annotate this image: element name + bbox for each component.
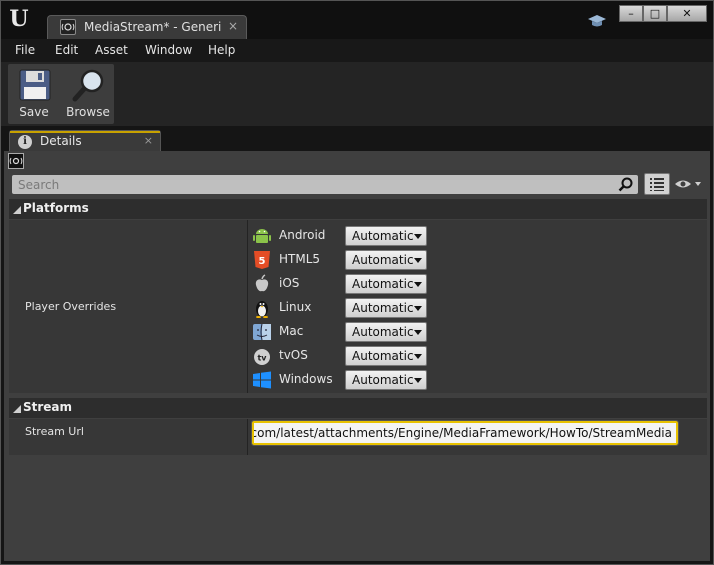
search-input[interactable] xyxy=(12,175,612,194)
stream-url-value: alengine.com/latest/attachments/Engine/M… xyxy=(252,426,672,440)
platform-name: HTML5 xyxy=(279,252,321,266)
menu-edit[interactable]: Edit xyxy=(55,43,78,57)
apple-tv-icon: tv xyxy=(252,346,272,366)
save-label: Save xyxy=(19,105,49,119)
menu-file[interactable]: File xyxy=(15,43,35,57)
platform-name: iOS xyxy=(279,276,300,290)
browse-button[interactable]: Browse xyxy=(62,64,114,124)
tvos-override-dropdown[interactable]: Automatic xyxy=(345,346,427,366)
platform-row-mac: Mac Automatic xyxy=(252,320,452,342)
dropdown-arrow-icon xyxy=(414,354,422,359)
details-panel: Platforms Player Overrides Android Autom… xyxy=(4,151,710,561)
unreal-logo-icon[interactable]: U xyxy=(7,6,31,32)
info-icon: i xyxy=(18,135,32,149)
graduation-cap-icon[interactable] xyxy=(587,13,607,29)
stream-url-label: Stream Url xyxy=(25,425,84,438)
platform-row-tvos: tv tvOS Automatic xyxy=(252,344,452,366)
toolbar-group: Save Browse xyxy=(8,64,114,124)
platforms-category-label: Platforms xyxy=(23,201,89,215)
details-tab[interactable]: i Details × xyxy=(9,130,161,151)
details-tab-bar: i Details × xyxy=(1,126,713,151)
platform-row-windows: Windows Automatic xyxy=(252,368,452,390)
platforms-category-body: Player Overrides Android Automatic 5 HTM… xyxy=(9,220,707,393)
platform-row-android: Android Automatic xyxy=(252,224,452,246)
active-tab-accent xyxy=(10,131,160,133)
collapse-arrow-icon[interactable] xyxy=(13,405,21,413)
platform-row-linux: Linux Automatic xyxy=(252,296,452,318)
dropdown-arrow-icon xyxy=(414,330,422,335)
magnifying-glass-icon xyxy=(72,68,106,102)
dropdown-arrow-icon xyxy=(414,258,422,263)
editor-window: U MediaStream* - Generic A × – □ ✕ File … xyxy=(0,0,714,565)
tab-close-icon[interactable]: × xyxy=(228,19,238,33)
platform-row-html5: 5 HTML5 Automatic xyxy=(252,248,452,270)
save-button[interactable]: Save xyxy=(8,64,60,124)
details-tab-close-icon[interactable]: × xyxy=(144,134,153,147)
mac-finder-icon xyxy=(252,322,272,342)
details-search-box[interactable] xyxy=(12,175,638,194)
html5-override-dropdown[interactable]: Automatic xyxy=(345,250,427,270)
platform-name: tvOS xyxy=(279,348,308,362)
dropdown-arrow-icon xyxy=(414,306,422,311)
dropdown-value: Automatic xyxy=(352,349,414,363)
menu-asset[interactable]: Asset xyxy=(95,43,128,57)
platform-name: Mac xyxy=(279,324,304,338)
dropdown-value: Automatic xyxy=(352,229,414,243)
platform-name: Android xyxy=(279,228,326,242)
media-stream-asset-icon xyxy=(60,19,76,35)
column-divider[interactable] xyxy=(247,220,248,393)
column-divider[interactable] xyxy=(247,419,248,455)
platforms-category-header[interactable]: Platforms xyxy=(9,199,707,219)
minimize-button[interactable]: – xyxy=(619,5,643,22)
stream-category-header[interactable]: Stream xyxy=(9,398,707,418)
windows-icon xyxy=(252,370,272,390)
details-tab-label: Details xyxy=(40,134,82,148)
asset-editor-tab[interactable]: MediaStream* - Generic A × xyxy=(47,15,247,39)
dropdown-value: Automatic xyxy=(352,277,414,291)
menu-help[interactable]: Help xyxy=(208,43,235,57)
platform-name: Linux xyxy=(279,300,312,314)
svg-text:tv: tv xyxy=(257,354,267,363)
floppy-disk-icon xyxy=(18,68,52,102)
view-options-eye-icon[interactable] xyxy=(674,177,704,191)
platform-row-ios: iOS Automatic xyxy=(252,272,452,294)
selected-asset-icon[interactable] xyxy=(8,153,24,169)
close-window-button[interactable]: ✕ xyxy=(667,5,707,22)
player-overrides-label: Player Overrides xyxy=(25,300,117,313)
property-matrix-button[interactable] xyxy=(644,173,670,195)
asset-editor-tab-label: MediaStream* - Generic A xyxy=(84,20,222,34)
html5-icon: 5 xyxy=(252,250,272,270)
dropdown-arrow-icon xyxy=(414,234,422,239)
stream-category-label: Stream xyxy=(23,400,73,414)
windows-override-dropdown[interactable]: Automatic xyxy=(345,370,427,390)
list-view-icon xyxy=(650,178,664,191)
stream-category-body: Stream Url alengine.com/latest/attachmen… xyxy=(9,419,707,455)
browse-label: Browse xyxy=(66,105,110,119)
menu-bar: File Edit Asset Window Help xyxy=(1,39,713,62)
linux-override-dropdown[interactable]: Automatic xyxy=(345,298,427,318)
dropdown-arrow-icon xyxy=(414,282,422,287)
search-icon[interactable] xyxy=(618,177,634,192)
maximize-button[interactable]: □ xyxy=(643,5,667,22)
toolbar: Save Browse xyxy=(1,62,713,126)
collapse-arrow-icon[interactable] xyxy=(13,206,21,214)
title-bar[interactable]: U MediaStream* - Generic A × – □ ✕ xyxy=(1,1,713,39)
android-override-dropdown[interactable]: Automatic xyxy=(345,226,427,246)
ios-override-dropdown[interactable]: Automatic xyxy=(345,274,427,294)
linux-penguin-icon xyxy=(252,298,272,318)
android-icon xyxy=(252,226,272,246)
stream-url-input[interactable]: alengine.com/latest/attachments/Engine/M… xyxy=(251,420,679,446)
apple-icon xyxy=(252,274,272,294)
dropdown-value: Automatic xyxy=(352,325,414,339)
svg-text:5: 5 xyxy=(259,256,266,267)
dropdown-value: Automatic xyxy=(352,373,414,387)
mac-override-dropdown[interactable]: Automatic xyxy=(345,322,427,342)
menu-window[interactable]: Window xyxy=(145,43,192,57)
dropdown-value: Automatic xyxy=(352,301,414,315)
platform-name: Windows xyxy=(279,372,333,386)
dropdown-arrow-icon xyxy=(414,378,422,383)
dropdown-value: Automatic xyxy=(352,253,414,267)
